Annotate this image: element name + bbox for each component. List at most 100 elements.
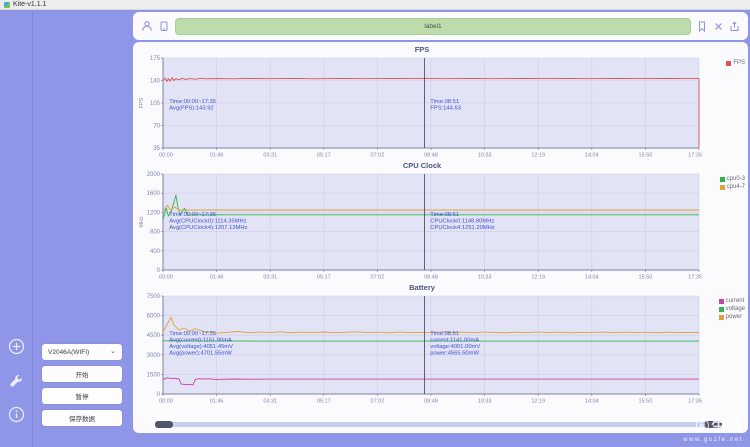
x-tick-label: 05:17 — [317, 275, 331, 281]
info-button[interactable] — [8, 406, 25, 423]
annotation-text: voltage:4001.00mV — [430, 344, 480, 350]
x-tick-label: 01:46 — [210, 399, 224, 405]
y-tick-label: 4500 — [147, 333, 161, 339]
annotation-text: FPS:144.63 — [430, 105, 461, 111]
annotation-text: Time:00:00~17:35 — [169, 99, 216, 105]
annotation-text: Time:00:00~17:35 — [169, 331, 216, 337]
x-tick-label: 12:19 — [531, 153, 545, 159]
time-range-handle-right[interactable] — [704, 421, 722, 428]
x-tick-label: 03:31 — [263, 275, 277, 281]
legend-item[interactable]: power — [718, 314, 745, 320]
legend-item[interactable]: voltage — [718, 306, 745, 312]
x-tick-label: 10:33 — [478, 399, 492, 405]
device-icon[interactable] — [158, 20, 170, 32]
x-tick-label: 10:33 — [478, 153, 492, 159]
x-tick-label: 12:19 — [531, 275, 545, 281]
x-tick-label: 08:48 — [424, 399, 438, 405]
x-tick-label: 10:33 — [478, 275, 492, 281]
sidebar-icon-column — [0, 11, 33, 447]
x-tick-label: 07:02 — [371, 275, 385, 281]
pause-button[interactable]: 暂停 — [42, 388, 122, 404]
y-tick-label: 3000 — [147, 353, 161, 359]
window-titlebar: Kite-v1.1.1 — [0, 0, 750, 10]
fps-chart-card: FPS 35 70 105 140 175 00:00 01:46 03:31 05:17 07:… — [137, 45, 748, 159]
y-tick-label: 7500 — [147, 294, 161, 300]
legend-swatch — [718, 298, 724, 304]
legend-label: voltage — [725, 306, 745, 312]
main-area: label1 FPS 35 70 105 140 175 00:00 01:46… — [133, 11, 748, 447]
legend-label: current — [725, 298, 745, 304]
annotation-text: Time:08:51 — [430, 331, 459, 337]
battery-plot[interactable]: 0 1500 3000 4500 6000 7500 00:00 01:46 03:31 05:1… — [137, 293, 707, 405]
x-tick-label: 05:17 — [317, 153, 331, 159]
wrench-icon — [10, 374, 22, 387]
export-icon[interactable] — [728, 20, 740, 32]
legend-label: FPS — [733, 60, 745, 66]
legend-item[interactable]: cpu0-3 — [719, 176, 745, 182]
add-button[interactable] — [8, 338, 25, 355]
legend-label: power — [725, 314, 742, 320]
legend-item[interactable]: cpu4-7 — [719, 184, 745, 190]
x-tick-label: 15:50 — [639, 399, 653, 405]
topbar: label1 — [133, 12, 748, 40]
annotation-text: Avg(CPUClock4):1207.13MHz — [169, 225, 247, 231]
x-tick-label: 14:04 — [585, 275, 599, 281]
x-tick-label: 15:50 — [639, 153, 653, 159]
annotation-text: power:4565.50mW — [430, 350, 479, 356]
session-label-input[interactable]: label1 — [175, 17, 691, 35]
x-tick-label: 01:46 — [210, 275, 224, 281]
y-tick-label: 400 — [150, 249, 161, 255]
time-range-track[interactable] — [157, 422, 720, 427]
save-data-button[interactable]: 保存数据 — [42, 410, 122, 426]
battery-legend: current voltage power — [718, 298, 745, 320]
time-range-handle-left[interactable] — [155, 421, 173, 428]
info-circle-icon — [8, 406, 24, 423]
y-tick-label: 70 — [153, 124, 160, 130]
cpu-plot[interactable]: 0 400 800 1200 1600 2000 00:00 01:46 03:31 05:17 0… — [137, 171, 707, 281]
chevron-down-icon: ⌄ — [110, 348, 116, 355]
fps-plot[interactable]: 35 70 105 140 175 00:00 01:46 03:31 05:17 07:02 08… — [137, 55, 707, 159]
y-tick-label: 1500 — [147, 372, 161, 378]
x-tick-label: 08:48 — [424, 275, 438, 281]
legend-item[interactable]: current — [718, 298, 745, 304]
chart-title: Battery — [409, 283, 435, 292]
x-tick-label: 17:35 — [688, 275, 702, 281]
settings-button[interactable] — [8, 372, 25, 389]
x-tick-label: 14:04 — [585, 153, 599, 159]
x-tick-label: 07:02 — [371, 153, 385, 159]
y-tick-label: 6000 — [147, 314, 161, 320]
y-tick-label: 2000 — [147, 172, 161, 178]
close-icon[interactable] — [712, 20, 724, 32]
plus-circle-icon — [8, 338, 24, 355]
y-tick-label: 105 — [150, 101, 161, 107]
y-tick-label: 35 — [153, 146, 160, 152]
y-tick-label: 0 — [157, 268, 161, 274]
legend-swatch — [719, 184, 725, 190]
start-button[interactable]: 开始 — [42, 366, 122, 382]
cpu-chart-card: CPU Clock 0 400 800 1200 1600 2000 00:00 01:46 0… — [137, 161, 748, 281]
user-icon[interactable] — [141, 20, 153, 32]
x-tick-label: 00:00 — [159, 153, 173, 159]
legend-item[interactable]: FPS — [726, 60, 745, 66]
topbar-actions — [696, 20, 740, 32]
device-select[interactable]: V2046A(WIFI) ⌄ — [42, 344, 122, 360]
fps-legend: FPS — [726, 60, 745, 66]
device-select-value: V2046A(WIFI) — [48, 348, 90, 356]
bookmark-icon[interactable] — [696, 20, 708, 32]
legend-swatch — [726, 60, 732, 66]
y-tick-label: 1600 — [147, 191, 161, 197]
annotation-text: Avg(CPUClock0):1114.35MHz — [169, 219, 246, 225]
annotation-text: CPUClock4:1251.20MHz — [430, 225, 495, 231]
legend-swatch — [718, 306, 724, 312]
chart-title: FPS — [414, 45, 430, 54]
battery-chart-card: Battery 0 1500 3000 4500 6000 7500 00:00 01:46 0… — [137, 283, 748, 405]
y-tick-label: 140 — [150, 79, 161, 85]
device-controls: V2046A(WIFI) ⌄ 开始 暂停 保存数据 — [42, 344, 122, 426]
y-tick-label: 0 — [157, 392, 161, 398]
y-axis-label: MHz — [139, 216, 145, 228]
app-icon — [4, 1, 10, 8]
annotation-text: Avg(voltage):4051.45mV — [169, 344, 233, 350]
annotation-text: Avg(power):4701.55mW — [169, 350, 232, 356]
x-tick-label: 01:46 — [210, 153, 224, 159]
y-tick-label: 1200 — [147, 210, 161, 216]
